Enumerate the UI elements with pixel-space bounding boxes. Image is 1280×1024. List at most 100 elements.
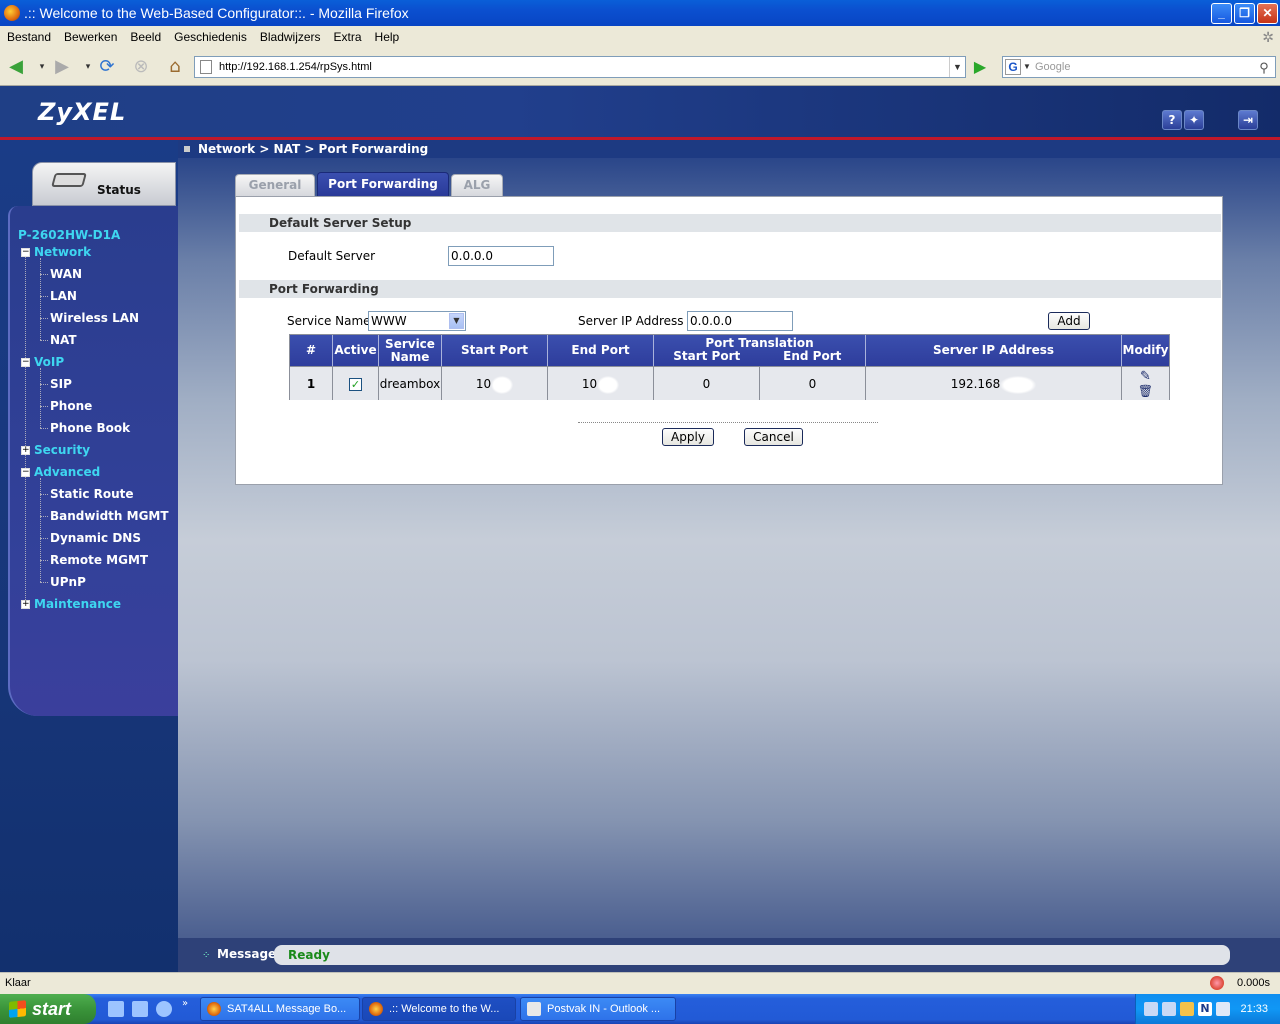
tab-general[interactable]: General — [235, 174, 315, 196]
help-icon[interactable]: ? — [1162, 110, 1182, 130]
menu-bestand[interactable]: Bestand — [0, 26, 57, 48]
model-name: P-2602HW-D1A — [18, 228, 121, 242]
sidebar-item-nat[interactable]: NAT — [50, 333, 77, 347]
back-icon[interactable]: ◀ — [4, 56, 28, 78]
apply-button[interactable]: Apply — [662, 428, 714, 446]
sidebar-item-wan[interactable]: WAN — [50, 267, 82, 281]
sidebar-item-bandwidth-mgmt[interactable]: Bandwidth MGMT — [50, 509, 169, 523]
security-expand-icon[interactable]: + — [21, 446, 30, 455]
network-icon[interactable] — [1162, 1002, 1176, 1016]
delete-icon[interactable]: 🗑 — [1122, 384, 1169, 398]
tree-branch — [40, 406, 48, 407]
url-field[interactable]: http://192.168.1.254/rpSys.html ▼ — [194, 56, 966, 78]
edit-icon[interactable]: ✎ — [1122, 370, 1169, 384]
taskbar-item[interactable]: .:: Welcome to the W... — [362, 997, 516, 1021]
sidebar-group-security[interactable]: Security — [34, 443, 90, 457]
col-header-pt-start-port: Start Port — [673, 349, 741, 363]
network-collapse-icon[interactable]: − — [21, 248, 30, 257]
menu-bladwijzers[interactable]: Bladwijzers — [253, 26, 327, 48]
sidebar-group-advanced[interactable]: Advanced — [34, 465, 100, 479]
status-tab[interactable]: Status — [32, 162, 176, 206]
sidebar-item-phone[interactable]: Phone — [50, 399, 92, 413]
redaction-blur — [1000, 375, 1037, 394]
go-icon[interactable]: ▶ — [970, 57, 990, 77]
col-header-server-ip: Server IP Address — [866, 335, 1122, 366]
start-label: start — [32, 999, 72, 1019]
sidebar-item-lan[interactable]: LAN — [50, 289, 77, 303]
active-checkbox[interactable]: ✓ — [349, 378, 362, 391]
sidebar-item-upnp[interactable]: UPnP — [50, 575, 86, 589]
network-icon[interactable] — [1144, 1002, 1158, 1016]
yslow-icon[interactable] — [1210, 976, 1224, 990]
sidebar-group-voip[interactable]: VoIP — [34, 355, 64, 369]
cell-pt-end-port: 0 — [760, 366, 866, 400]
message-status: Ready — [274, 945, 1230, 965]
logout-icon[interactable]: ⇥ — [1238, 110, 1258, 130]
sidebar-group-maintenance[interactable]: Maintenance — [34, 597, 121, 611]
add-button[interactable]: Add — [1048, 312, 1090, 330]
quicklaunch-icon[interactable] — [108, 1001, 124, 1017]
col-header-end-port: End Port — [548, 335, 654, 366]
menu-help[interactable]: Help — [368, 26, 406, 48]
url-text: http://192.168.1.254/rpSys.html — [219, 61, 372, 73]
start-button[interactable]: start — [0, 994, 96, 1024]
search-icon[interactable]: ⚲ — [1255, 58, 1273, 76]
firefox-icon — [4, 5, 20, 21]
menu-beeld[interactable]: Beeld — [123, 26, 167, 48]
tray-app-icon[interactable] — [1180, 1002, 1194, 1016]
tab-port-forwarding[interactable]: Port Forwarding — [317, 172, 449, 196]
url-dropdown-icon[interactable]: ▼ — [949, 57, 965, 77]
maintenance-expand-icon[interactable]: + — [21, 600, 30, 609]
reload-icon[interactable]: ⟳ — [95, 56, 119, 78]
start-port-value: 10 — [475, 377, 492, 391]
message-bar: ⁘ Message Ready — [178, 938, 1280, 972]
col-header-modify: Modify — [1122, 335, 1169, 366]
stop-icon[interactable]: ⊗ — [129, 56, 153, 78]
chevron-down-icon[interactable]: ▼ — [449, 313, 464, 329]
sidebar-item-static-route[interactable]: Static Route — [50, 487, 134, 501]
tray-n-icon[interactable]: N — [1198, 1002, 1212, 1016]
load-timer: 0.000s — [1236, 977, 1270, 989]
engine-dropdown-icon[interactable]: ▼ — [1023, 57, 1031, 77]
default-server-label: Default Server — [288, 249, 376, 263]
maximize-button[interactable]: ❐ — [1234, 3, 1255, 24]
volume-icon[interactable] — [1216, 1002, 1230, 1016]
tree-branch — [40, 538, 48, 539]
sidebar-group-network[interactable]: Network — [34, 245, 91, 259]
menu-geschiedenis[interactable]: Geschiedenis — [167, 26, 253, 48]
server-ip-label: Server IP Address — [578, 314, 684, 328]
advanced-collapse-icon[interactable]: − — [21, 468, 30, 477]
sidebar-item-phone-book[interactable]: Phone Book — [50, 421, 130, 435]
wizard-icon[interactable]: ✦ — [1184, 110, 1204, 130]
server-ip-value: 192.168 — [950, 377, 1001, 391]
taskbar-item[interactable]: Postvak IN - Outlook ... — [520, 997, 676, 1021]
sidebar-item-wireless-lan[interactable]: Wireless LAN — [50, 311, 139, 325]
cancel-button[interactable]: Cancel — [744, 428, 803, 446]
taskbar-item-label: Postvak IN - Outlook ... — [547, 1003, 661, 1015]
minimize-button[interactable]: _ — [1211, 3, 1232, 24]
tab-alg[interactable]: ALG — [451, 174, 503, 196]
voip-collapse-icon[interactable]: − — [21, 358, 30, 367]
cell-service-name: dreambox — [379, 366, 442, 400]
menu-bewerken[interactable]: Bewerken — [57, 26, 123, 48]
end-port-value: 10 — [581, 377, 598, 391]
sidebar-item-remote-mgmt[interactable]: Remote MGMT — [50, 553, 148, 567]
close-button[interactable]: ✕ — [1257, 3, 1278, 24]
sidebar-item-sip[interactable]: SIP — [50, 377, 72, 391]
menu-extra[interactable]: Extra — [327, 26, 368, 48]
taskbar-item[interactable]: SAT4ALL Message Bo... — [200, 997, 360, 1021]
forward-icon[interactable]: ▶ — [50, 56, 74, 78]
server-ip-field[interactable]: 0.0.0.0 — [687, 311, 793, 331]
default-server-field[interactable]: 0.0.0.0 — [448, 246, 554, 266]
home-icon[interactable]: ⌂ — [163, 56, 187, 78]
window-titlebar: .:: Welcome to the Web-Based Configurato… — [0, 0, 1280, 26]
breadcrumb-text: Network > NAT > Port Forwarding — [198, 142, 429, 156]
quicklaunch-icon[interactable] — [156, 1001, 172, 1017]
search-input[interactable]: G ▼ Google ⚲ — [1002, 56, 1276, 78]
service-name-select[interactable]: WWW ▼ — [368, 311, 466, 331]
quicklaunch-more-icon[interactable]: » — [182, 998, 188, 1009]
google-engine-icon[interactable]: G — [1005, 59, 1021, 75]
sidebar-item-dynamic-dns[interactable]: Dynamic DNS — [50, 531, 141, 545]
quicklaunch-icon[interactable] — [132, 1001, 148, 1017]
col-header-index: # — [290, 335, 333, 366]
